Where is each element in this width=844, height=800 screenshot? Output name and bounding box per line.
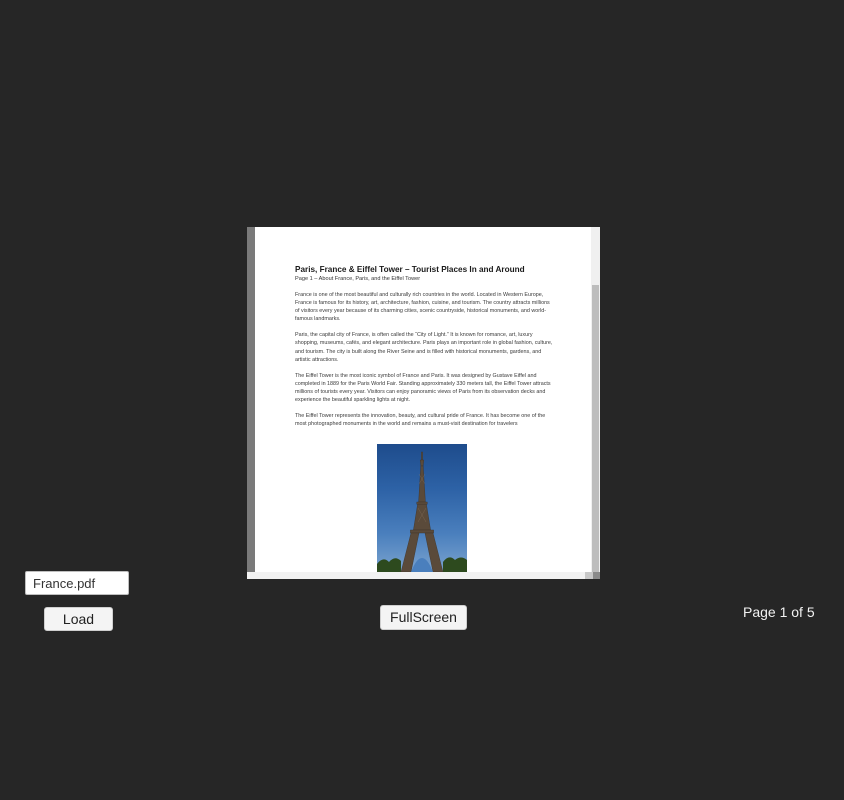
- eiffel-tower-photo: [377, 444, 467, 572]
- pdf-viewer-frame[interactable]: Paris, France & Eiffel Tower – Tourist P…: [247, 227, 600, 579]
- eiffel-tower-icon: [377, 451, 467, 572]
- pdf-page: Paris, France & Eiffel Tower – Tourist P…: [255, 227, 591, 572]
- paragraph-eiffel-history: The Eiffel Tower is the most iconic symb…: [295, 372, 551, 404]
- horizontal-scroll-thumb[interactable]: [585, 572, 593, 579]
- vertical-scroll-thumb[interactable]: [592, 285, 599, 572]
- page-indicator: Page 1 of 5: [743, 604, 815, 620]
- document-subtitle: Page 1 – About France, Paris, and the Ei…: [295, 276, 421, 282]
- page-content: Paris, France & Eiffel Tower – Tourist P…: [295, 265, 555, 436]
- load-button[interactable]: Load: [44, 607, 113, 631]
- pdf-viewer-app: Paris, France & Eiffel Tower – Tourist P…: [0, 0, 844, 800]
- viewer-left-gutter: [247, 227, 255, 572]
- paragraph-france: France is one of the most beautiful and …: [295, 292, 550, 323]
- paragraph-paris: Paris, the capital city of France, is of…: [295, 332, 553, 363]
- horizontal-scrollbar[interactable]: [247, 572, 600, 579]
- scroll-corner: [593, 572, 600, 579]
- file-name-input[interactable]: [25, 571, 129, 595]
- paragraph-eiffel-symbol: The Eiffel Tower represents the innovati…: [295, 413, 546, 428]
- fullscreen-button[interactable]: FullScreen: [380, 605, 467, 630]
- document-title: Paris, France & Eiffel Tower – Tourist P…: [295, 265, 525, 274]
